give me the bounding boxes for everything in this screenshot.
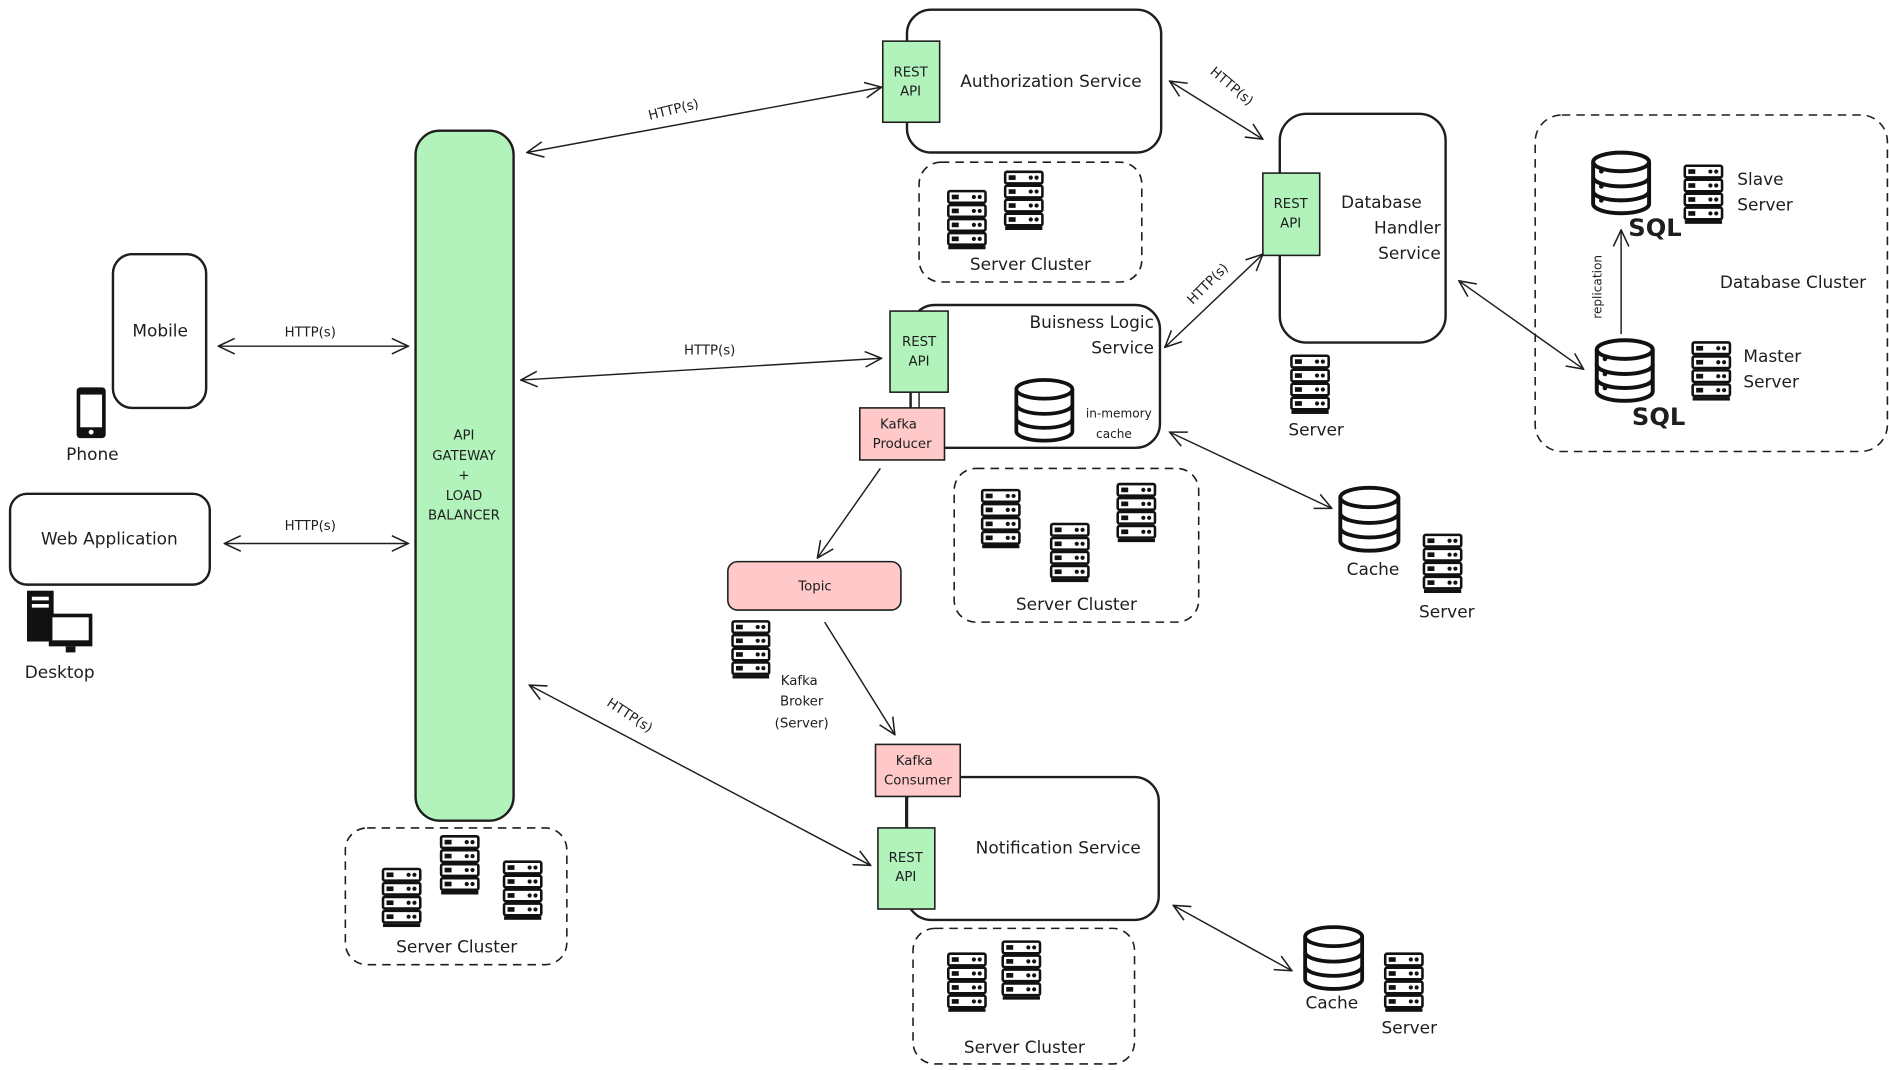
server-icon (946, 189, 987, 250)
gateway-line: BALANCER (428, 508, 500, 523)
server-icon (1290, 354, 1330, 414)
server-icon (381, 867, 422, 928)
kafka-producer-label: Producer (873, 437, 932, 452)
server-icon (1383, 952, 1424, 1012)
server-icon (1116, 482, 1157, 543)
cache-label: Cache (1347, 559, 1400, 579)
gateway-line: LOAD (446, 489, 483, 504)
server-icon (502, 860, 543, 920)
auth-database-arrow (1170, 81, 1263, 139)
kafka-broker-label: Kafka (781, 674, 818, 689)
rest-api-label: API (900, 85, 921, 100)
cache-icon (1303, 925, 1365, 991)
topic-label: Topic (797, 580, 831, 595)
business-logic-label: Service (1091, 337, 1154, 357)
gateway-business-arrow (521, 358, 882, 380)
rest-api-label: API (895, 870, 916, 885)
database-master-arrow (1459, 281, 1584, 369)
rest-api-label: REST (902, 335, 937, 350)
business-logic-label: Buisness Logic (1030, 312, 1154, 332)
notification-cache-arrow (1173, 905, 1292, 970)
desktop-icon (27, 590, 93, 653)
sql-label: SQL (1632, 403, 1685, 431)
rest-api-label: REST (894, 65, 929, 80)
database-handler-label: Service (1378, 243, 1441, 263)
database-handler-label: Database (1341, 192, 1422, 212)
server-cluster-label: Server Cluster (1016, 594, 1137, 614)
cache-label: Cache (1305, 992, 1358, 1012)
server-icon (1003, 170, 1044, 230)
rest-api-label: REST (889, 851, 924, 866)
server-label: Server (1288, 420, 1344, 440)
in-memory-cache-icon (1014, 378, 1075, 443)
server-icon (1049, 522, 1090, 583)
http-label: HTTP(s) (285, 325, 336, 340)
phone-label: Phone (66, 444, 118, 464)
notification-rest-api (877, 827, 936, 910)
mobile-label: Mobile (132, 320, 188, 340)
authorization-service-label: Authorization Service (960, 71, 1141, 91)
master-sql-database-icon (1594, 338, 1655, 403)
server-icon (1422, 533, 1463, 594)
kafka-broker-label: (Server) (775, 716, 829, 731)
server-icon (439, 835, 480, 895)
server-label: Server (1382, 1018, 1438, 1038)
auth-rest-api (881, 40, 941, 124)
kafka-consumer (874, 743, 962, 798)
desktop-label: Desktop (25, 662, 95, 682)
web-application-label: Web Application (41, 529, 178, 549)
kafka-producer (858, 407, 946, 461)
kafka-consumer-label: Consumer (884, 773, 952, 788)
business-cache-arrow (1170, 432, 1332, 508)
gateway-line: GATEWAY (432, 449, 496, 464)
server-icon (1683, 164, 1724, 224)
slave-sql-database-icon (1591, 150, 1652, 216)
producer-topic-arrow (817, 468, 881, 558)
cache-icon (1338, 485, 1401, 553)
http-label: HTTP(s) (684, 344, 735, 359)
rest-api-label: API (909, 355, 930, 370)
slave-server-label: Server (1737, 195, 1793, 215)
gateway-auth-arrow (527, 87, 882, 152)
http-label: HTTP(s) (647, 97, 700, 124)
server-cluster-label: Server Cluster (396, 937, 517, 957)
replication-label: replication (1591, 255, 1605, 319)
database-handler-label: Handler (1374, 218, 1441, 238)
rest-api-label: API (1280, 217, 1301, 232)
in-memory-cache-label: cache (1096, 427, 1132, 441)
server-label: Server (1419, 601, 1475, 621)
master-server-label: Master (1743, 346, 1801, 366)
http-label: HTTP(s) (604, 696, 655, 737)
kafka-producer-label: Kafka (880, 417, 917, 432)
gateway-line: API (453, 428, 474, 443)
database-cluster-label: Database Cluster (1720, 272, 1866, 292)
rest-api-label: REST (1274, 197, 1309, 212)
business-rest-api (889, 310, 949, 393)
database-rest-api (1262, 172, 1321, 257)
master-server-label: Server (1743, 371, 1799, 391)
sql-label: SQL (1628, 214, 1681, 242)
kafka-broker-server-icon (731, 620, 771, 680)
gateway-notification-arrow (529, 685, 870, 865)
http-label: HTTP(s) (285, 519, 336, 534)
server-icon (1001, 940, 1042, 1000)
server-cluster-label: Server Cluster (970, 254, 1091, 274)
server-icon (946, 952, 987, 1012)
topic-consumer-arrow (824, 621, 895, 735)
server-cluster-label: Server Cluster (964, 1037, 1085, 1057)
slave-server-label: Slave (1737, 169, 1783, 189)
server-icon (980, 488, 1021, 549)
phone-icon (76, 387, 106, 439)
architecture-diagram: Mobile Phone Web Application Desktop HTT… (8, 8, 1889, 1065)
in-memory-cache-label: in-memory (1086, 407, 1152, 421)
kafka-consumer-label: Kafka (896, 754, 933, 769)
http-label: HTTP(s) (1207, 65, 1256, 109)
kafka-broker-label: Broker (780, 695, 824, 710)
server-icon (1691, 341, 1732, 401)
http-label: HTTP(s) (1185, 261, 1232, 308)
notification-service-label: Notification Service (976, 837, 1141, 857)
gateway-line: + (458, 468, 469, 483)
